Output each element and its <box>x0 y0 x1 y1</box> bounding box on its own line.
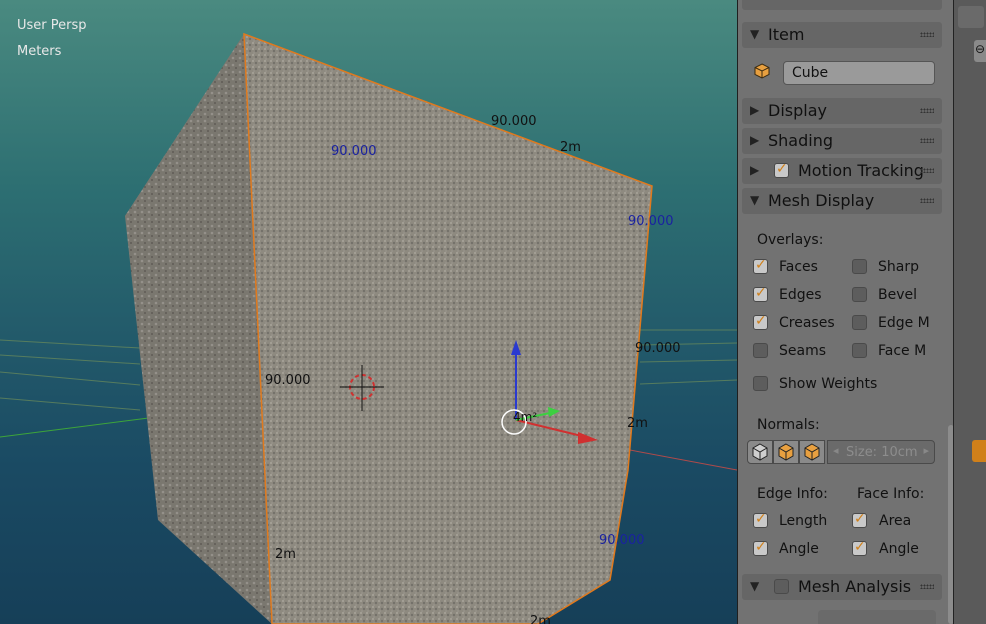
mesh-analysis-section-header[interactable]: ▼ Mesh Analysis <box>742 574 942 600</box>
motion-tracking-checkbox[interactable] <box>774 161 789 178</box>
expanded-triangle-icon: ▼ <box>750 193 760 207</box>
creases-checkbox[interactable] <box>753 313 768 330</box>
face-angle-label: Angle <box>879 541 919 557</box>
seams-label: Seams <box>779 343 827 359</box>
object-name-field[interactable]: Cube <box>783 61 935 85</box>
face-angle-checkbox[interactable] <box>852 539 867 556</box>
split-normals-button[interactable] <box>773 440 799 464</box>
bevel-checkbox[interactable] <box>852 287 867 302</box>
display-section-header[interactable]: ▶ Display <box>742 98 942 124</box>
mesh-analysis-checkbox[interactable] <box>774 579 789 594</box>
face-area-checkbox[interactable] <box>852 511 867 528</box>
faces-checkbox[interactable] <box>753 257 768 274</box>
normals-size-field[interactable]: ◂ Size: 10cm ▸ <box>827 440 935 464</box>
edge-angle-label: Angle <box>779 541 819 557</box>
edge-length-bottom-left: 2m <box>275 547 296 562</box>
normals-row: ◂ Size: 10cm ▸ <box>747 440 935 464</box>
cube-front-face <box>243 32 653 624</box>
edge-angle-right: 90.000 <box>635 341 681 356</box>
face-marks-label: Face M <box>878 343 927 359</box>
view-name: User Persp <box>17 18 87 33</box>
edge-length-right: 2m <box>627 416 648 431</box>
drag-grip-icon[interactable] <box>920 168 934 173</box>
sharp-label: Sharp <box>878 259 919 275</box>
face-area: 4m² <box>513 410 538 424</box>
faces-label: Faces <box>779 259 818 275</box>
split-normal-icon <box>778 443 794 461</box>
units-label: Meters <box>17 44 62 59</box>
collapsed-triangle-icon: ▶ <box>750 133 760 147</box>
expanded-triangle-icon: ▼ <box>750 27 760 41</box>
item-header-label: Item <box>768 25 805 44</box>
face-normal-icon <box>804 443 820 461</box>
analysis-type-dropdown[interactable] <box>818 610 936 624</box>
edges-checkbox[interactable] <box>753 285 768 302</box>
vertex-normal-icon <box>752 443 768 461</box>
collapsed-triangle-icon: ▶ <box>750 163 760 177</box>
face-angle-2: 90.000 <box>628 214 674 229</box>
collapsed-triangle-icon: ▶ <box>750 103 760 117</box>
drag-grip-icon[interactable] <box>920 32 934 37</box>
right-side-panel: ⊖ <box>953 0 986 624</box>
mesh-analysis-header-label: Mesh Analysis <box>798 577 912 596</box>
motion-tracking-header-label: Motion Tracking <box>798 161 924 180</box>
motion-tracking-section-header[interactable]: ▶ Motion Tracking <box>742 158 942 184</box>
increment-arrow-icon[interactable]: ▸ <box>923 444 929 457</box>
item-section-header[interactable]: ▼ Item <box>742 22 942 48</box>
object-name-value: Cube <box>792 65 829 81</box>
overlays-label: Overlays: <box>757 232 824 248</box>
drag-grip-icon[interactable] <box>920 584 934 589</box>
edge-marks-label: Edge M <box>878 315 930 331</box>
normals-label: Normals: <box>757 417 820 433</box>
sharp-checkbox[interactable] <box>852 259 867 274</box>
edge-length-checkbox[interactable] <box>753 511 768 528</box>
panel-top-edge <box>742 0 942 10</box>
minus-icon: ⊖ <box>975 42 986 56</box>
face-angle-3: 90.000 <box>599 533 645 548</box>
viewport-scene <box>0 32 737 624</box>
show-weights-label: Show Weights <box>779 376 878 392</box>
3d-viewport[interactable]: User Persp Meters 90.000 90.000 90.000 9… <box>0 0 737 624</box>
edge-marks-checkbox[interactable] <box>852 315 867 330</box>
show-weights-checkbox[interactable] <box>753 376 768 391</box>
face-area-label: Area <box>879 513 912 529</box>
edges-label: Edges <box>779 287 822 303</box>
mesh-display-header-label: Mesh Display <box>768 191 875 210</box>
side-tab[interactable] <box>958 6 984 28</box>
edge-info-label: Edge Info: <box>757 486 828 502</box>
seams-checkbox[interactable] <box>753 343 768 358</box>
edge-angle-checkbox[interactable] <box>753 539 768 556</box>
decrement-arrow-icon[interactable]: ◂ <box>833 444 839 457</box>
face-angle-1: 90.000 <box>331 144 377 159</box>
side-remove-button[interactable]: ⊖ <box>974 40 986 62</box>
vertex-normals-button[interactable] <box>747 440 773 464</box>
mesh-display-section-header[interactable]: ▼ Mesh Display <box>742 188 942 214</box>
face-info-label: Face Info: <box>857 486 925 502</box>
bevel-label: Bevel <box>878 287 918 303</box>
edge-angle-left: 90.000 <box>265 373 311 388</box>
drag-grip-icon[interactable] <box>920 198 934 203</box>
face-marks-checkbox[interactable] <box>852 343 867 358</box>
display-header-label: Display <box>768 101 827 120</box>
mesh-object-icon <box>754 63 770 79</box>
expanded-triangle-icon: ▼ <box>750 579 760 593</box>
shading-section-header[interactable]: ▶ Shading <box>742 128 942 154</box>
edge-angle-top: 90.000 <box>491 114 537 129</box>
edge-length-label: Length <box>779 513 828 529</box>
drag-grip-icon[interactable] <box>920 138 934 143</box>
creases-label: Creases <box>779 315 835 331</box>
drag-grip-icon[interactable] <box>920 108 934 113</box>
edge-length-bottom: 2m <box>530 614 551 624</box>
shading-header-label: Shading <box>768 131 833 150</box>
face-normals-button[interactable] <box>799 440 825 464</box>
side-active-tab[interactable] <box>972 440 986 462</box>
normals-size-value: Size: 10cm <box>846 445 918 460</box>
properties-panel: ▼ Item Cube ▶ Display ▶ Shading ▶ Motion… <box>737 0 954 624</box>
edge-length-top: 2m <box>560 140 581 155</box>
